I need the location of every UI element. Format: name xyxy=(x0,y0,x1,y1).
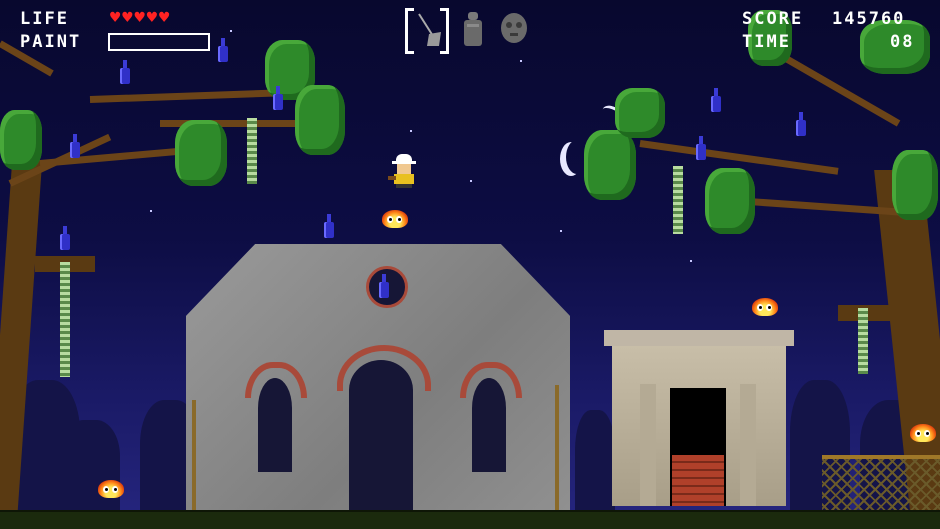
life-hearts: ♥ ♥ ♥ ♥ ♥ xyxy=(110,10,169,27)
blue-bottle[interactable] xyxy=(60,226,70,250)
dead-sapling xyxy=(555,385,559,510)
score-label: SCORE xyxy=(742,9,804,29)
fire-wisp-enemy[interactable] xyxy=(752,298,778,316)
fire-wisp-enemy[interactable] xyxy=(98,480,124,498)
ground xyxy=(0,510,940,529)
background-palm xyxy=(575,410,615,510)
ghost-face-icon[interactable] xyxy=(500,12,528,44)
blue-bottle[interactable] xyxy=(324,214,334,238)
life-label: LIFE xyxy=(20,9,69,29)
blue-bottle[interactable] xyxy=(796,112,806,136)
blue-bottle[interactable] xyxy=(711,88,721,112)
tree-foliage xyxy=(615,88,665,138)
paint-can-icon[interactable] xyxy=(462,12,484,46)
ruin-doorway xyxy=(349,360,413,510)
star xyxy=(520,60,522,62)
hanging-moss xyxy=(60,262,70,377)
heart-icon: ♥ xyxy=(134,8,145,28)
tomb-roof xyxy=(604,330,794,346)
blue-bottle[interactable] xyxy=(120,60,130,84)
heart-icon: ♥ xyxy=(122,8,133,28)
blue-bottle[interactable] xyxy=(218,38,228,62)
broom-icon[interactable] xyxy=(415,12,443,48)
time-value: 08 xyxy=(890,32,915,52)
tree-foliage xyxy=(892,150,938,220)
blue-bottle[interactable] xyxy=(379,274,389,298)
dead-sapling xyxy=(192,400,196,510)
iron-fence xyxy=(822,455,940,514)
hanging-moss xyxy=(673,166,683,234)
inventory-selector[interactable] xyxy=(405,8,449,54)
game-screen: LIFE ♥ ♥ ♥ ♥ ♥ PAINT SCORE 145760 TIME 0… xyxy=(0,0,940,529)
hanging-moss xyxy=(858,308,868,374)
star xyxy=(560,230,562,232)
ruin-window xyxy=(258,378,292,472)
tomb-column xyxy=(640,384,656,506)
bracket-left xyxy=(405,8,414,54)
fire-wisp-enemy[interactable] xyxy=(910,424,936,442)
broken-branch xyxy=(838,305,898,321)
time-label: TIME xyxy=(742,32,791,52)
tree-foliage xyxy=(175,120,227,186)
heart-icon: ♥ xyxy=(159,8,170,28)
score-value: 145760 xyxy=(832,9,906,29)
fire-wisp-enemy[interactable] xyxy=(382,210,408,228)
blue-bottle[interactable] xyxy=(696,136,706,160)
star xyxy=(690,260,692,262)
paint-label: PAINT xyxy=(20,32,82,52)
tomb-brick-wall xyxy=(672,455,724,506)
player-character[interactable] xyxy=(388,154,418,188)
star xyxy=(150,210,152,212)
blue-bottle[interactable] xyxy=(70,134,80,158)
ruin-window xyxy=(472,378,506,472)
hanging-moss xyxy=(247,118,257,184)
heart-icon: ♥ xyxy=(146,8,157,28)
tree-foliage xyxy=(705,168,755,234)
star xyxy=(230,30,232,32)
tree-foliage xyxy=(584,130,636,200)
tomb-column xyxy=(740,384,756,506)
star xyxy=(470,180,472,182)
heart-icon: ♥ xyxy=(110,8,121,28)
blue-bottle[interactable] xyxy=(273,86,283,110)
tree-foliage xyxy=(295,85,345,155)
star xyxy=(410,130,412,132)
paint-meter xyxy=(108,33,210,51)
tree-foliage xyxy=(0,110,42,170)
